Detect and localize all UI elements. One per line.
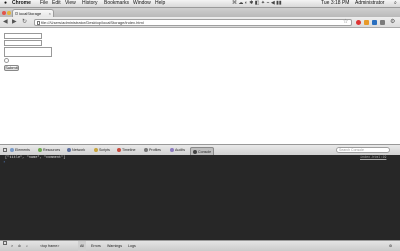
wrench-menu-icon[interactable]: ⚙ bbox=[390, 18, 395, 25]
address-url: file:///Users/administrator/Desktop/loca… bbox=[41, 19, 144, 25]
browser-tab[interactable]: localStorage × bbox=[12, 9, 54, 17]
menu-history[interactable]: History bbox=[82, 0, 98, 7]
apple-menu-icon[interactable]: ● bbox=[4, 0, 7, 7]
menu-bar: ● Chrome File Edit View History Bookmark… bbox=[0, 0, 400, 8]
console-icon bbox=[193, 149, 197, 154]
close-window-button[interactable] bbox=[2, 11, 6, 15]
tab-resources-label: Resources bbox=[43, 148, 61, 152]
tab-audits-label: Audits bbox=[175, 148, 185, 152]
menu-file[interactable]: File bbox=[40, 0, 48, 7]
console-source-link[interactable]: index.html:19 bbox=[360, 156, 386, 160]
console-output-line: ["title", "name", "comment"] bbox=[5, 156, 66, 160]
devtools-statusbar: > ⊘ ⌕ <top frame> All Errors Warnings Lo… bbox=[0, 240, 400, 251]
menu-bookmarks[interactable]: Bookmarks bbox=[104, 0, 129, 7]
tab-close-icon[interactable]: × bbox=[49, 10, 51, 17]
console-prompt[interactable]: › bbox=[3, 161, 5, 165]
extension-icon-4[interactable] bbox=[380, 19, 385, 25]
submit-button[interactable]: Submit bbox=[4, 65, 19, 71]
menu-chrome[interactable]: Chrome bbox=[12, 0, 31, 7]
network-icon bbox=[67, 148, 71, 153]
extension-icon-1[interactable] bbox=[356, 19, 361, 25]
bookmark-star-icon[interactable]: ☆ bbox=[343, 18, 348, 25]
menu-edit[interactable]: Edit bbox=[52, 0, 61, 7]
elements-icon bbox=[10, 148, 14, 153]
tab-title: localStorage bbox=[19, 11, 42, 16]
console-panel[interactable] bbox=[0, 155, 400, 240]
address-bar[interactable]: file:///Users/administrator/Desktop/loca… bbox=[34, 18, 352, 26]
menubar-clock[interactable]: Tue 3:18 PM bbox=[321, 0, 349, 7]
timeline-icon bbox=[117, 148, 121, 153]
status-icons[interactable]: ⌘ ☁ ◐ ✱ ◧ ✦ ⌁ ◀ ▮▮ bbox=[232, 0, 282, 7]
menubar-user[interactable]: Administrator bbox=[355, 0, 384, 7]
reload-button[interactable]: ↻ bbox=[22, 19, 27, 25]
menu-help[interactable]: Help bbox=[155, 0, 165, 7]
tab-timeline-label: Timeline bbox=[122, 148, 136, 152]
extension-icon-3[interactable] bbox=[372, 19, 377, 25]
audits-icon bbox=[170, 148, 174, 153]
tab-network-label: Network bbox=[72, 148, 86, 152]
tab-profiles-label: Profiles bbox=[149, 148, 161, 152]
minimize-window-button[interactable] bbox=[7, 11, 11, 15]
search-console-input[interactable]: Search Console bbox=[336, 147, 390, 153]
back-button[interactable]: ◀ bbox=[3, 19, 8, 25]
menu-view[interactable]: View bbox=[65, 0, 76, 7]
menu-window[interactable]: Window bbox=[133, 0, 151, 7]
tab-elements-label: Elements bbox=[15, 148, 30, 152]
option-radio[interactable] bbox=[4, 58, 9, 63]
tab-scripts-label: Scripts bbox=[99, 148, 110, 152]
extension-icon-2[interactable] bbox=[364, 19, 369, 25]
forward-button[interactable]: ▶ bbox=[12, 19, 17, 25]
spotlight-icon[interactable]: ⌕ bbox=[394, 0, 397, 7]
name-input[interactable] bbox=[4, 40, 42, 46]
page-favicon-icon bbox=[15, 12, 18, 15]
resources-icon bbox=[38, 148, 42, 153]
profiles-icon bbox=[144, 148, 148, 153]
comment-textarea[interactable] bbox=[4, 47, 52, 57]
page-icon bbox=[36, 20, 40, 25]
tab-console-label: Console bbox=[198, 149, 212, 154]
title-input[interactable] bbox=[4, 33, 42, 39]
scripts-icon bbox=[94, 148, 98, 153]
tab-strip bbox=[0, 8, 400, 17]
